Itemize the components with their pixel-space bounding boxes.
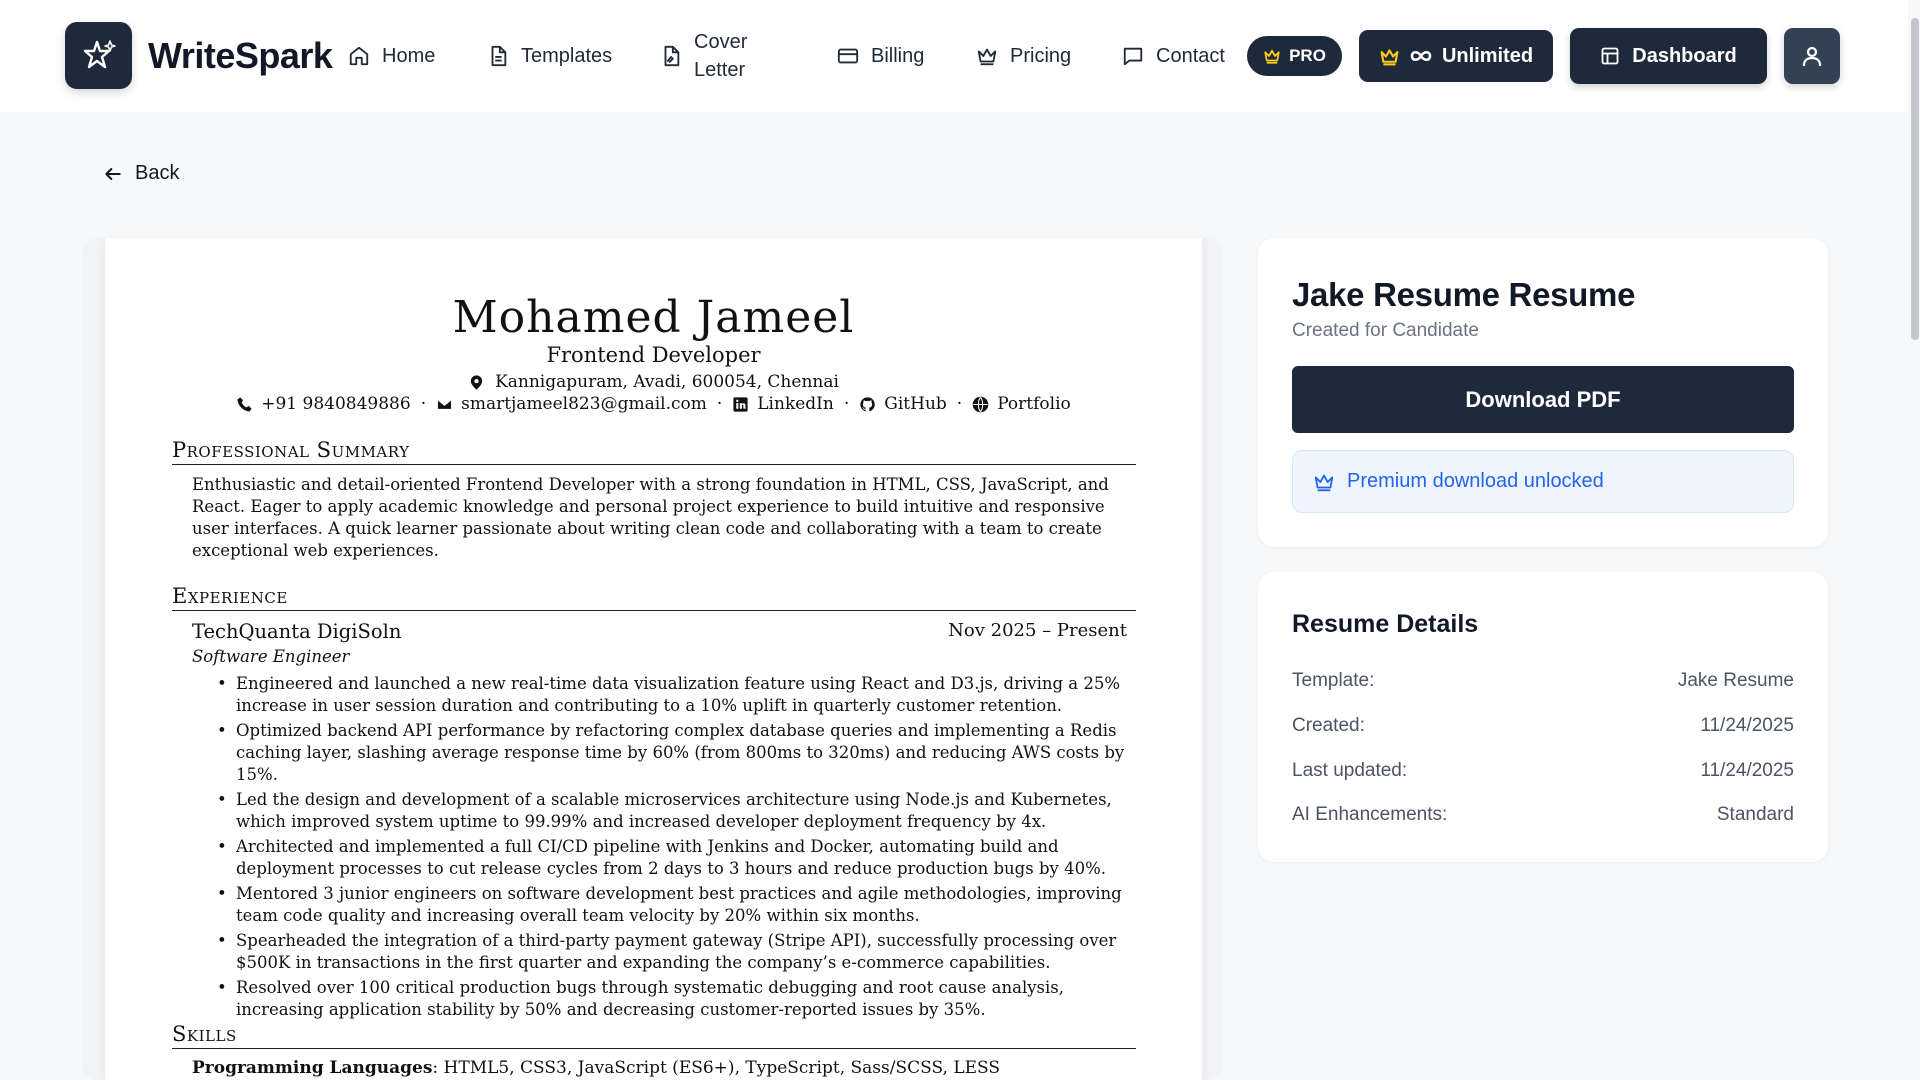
unlimited-button[interactable]: Unlimited	[1359, 30, 1553, 82]
globe-icon	[972, 396, 989, 412]
nav-home-label: Home	[382, 44, 436, 67]
user-menu-button[interactable]	[1784, 28, 1840, 84]
skills-heading: Skills	[172, 1022, 1136, 1049]
experience-company: TechQuanta DigiSoln	[192, 620, 402, 643]
detail-row-template: Template: Jake Resume	[1292, 670, 1794, 692]
nav-cover-letter-label: Cover Letter	[694, 31, 748, 81]
pro-badge-label: PRO	[1289, 46, 1326, 65]
list-item: Mentored 3 junior engineers on software …	[217, 883, 1146, 927]
back-button[interactable]: Back	[103, 162, 179, 185]
summary-text: Enthusiastic and detail-oriented Fronten…	[192, 475, 1109, 560]
crown-icon	[1264, 49, 1280, 64]
infinity-icon	[1410, 50, 1432, 62]
logo[interactable]	[65, 22, 132, 89]
list-item: Architected and implemented a full CI/CD…	[217, 836, 1146, 880]
crown-icon	[977, 48, 997, 66]
separator-dot: ·	[420, 394, 427, 414]
detail-row-ai-enhancements: AI Enhancements: Standard	[1292, 804, 1794, 826]
nav-billing-label: Billing	[871, 44, 925, 67]
nav-contact-label: Contact	[1156, 44, 1225, 67]
crown-icon	[1380, 48, 1399, 65]
nav-contact[interactable]: Contact	[1122, 0, 1225, 112]
resume-info-card: Jake Resume Resume Created for Candidate…	[1258, 238, 1828, 547]
premium-notice: Premium download unlocked	[1292, 450, 1794, 513]
nav-home[interactable]: Home	[348, 0, 435, 112]
detail-label: AI Enhancements:	[1292, 804, 1448, 825]
home-icon	[349, 46, 369, 66]
pro-badge: PRO	[1247, 36, 1342, 76]
list-item: Resolved over 100 critical production bu…	[217, 977, 1146, 1021]
resume-phone: +91 9840849886	[261, 394, 411, 414]
credit-card-icon	[837, 48, 859, 64]
details-title: Resume Details	[1292, 610, 1479, 638]
detail-value: 11/24/2025	[1700, 760, 1794, 781]
detail-value: Jake Resume	[1677, 670, 1794, 691]
phone-icon	[237, 396, 252, 412]
message-square-icon	[1123, 47, 1143, 66]
detail-label: Created:	[1292, 715, 1365, 736]
skills-label: Programming Languages	[192, 1058, 433, 1078]
skills-value: : HTML5, CSS3, JavaScript (ES6+), TypeSc…	[432, 1058, 1001, 1078]
experience-role: Software Engineer	[192, 647, 350, 666]
detail-label: Template:	[1292, 670, 1375, 691]
resume-subtitle: Created for Candidate	[1292, 320, 1479, 341]
unlimited-label: Unlimited	[1441, 44, 1534, 67]
resume-portfolio-link[interactable]: Portfolio	[997, 394, 1071, 414]
detail-row-created: Created: 11/24/2025	[1292, 715, 1794, 737]
experience-bullets: Engineered and launched a new real-time …	[217, 673, 1146, 1024]
summary-heading: Professional Summary	[172, 438, 1136, 465]
nav-pricing-label: Pricing	[1010, 44, 1072, 67]
separator-dot: ·	[716, 394, 723, 414]
resume-github-link[interactable]: GitHub	[884, 394, 947, 414]
resume-address: Kannigapuram, Avadi, 600054, Chennai	[105, 372, 1202, 392]
download-pdf-button[interactable]: Download PDF	[1292, 366, 1794, 433]
top-navbar: WriteSpark Home Templates Cover Letter B…	[0, 0, 1920, 112]
page-scrollbar-thumb[interactable]	[1911, 18, 1919, 340]
detail-row-last-updated: Last updated: 11/24/2025	[1292, 760, 1794, 782]
github-icon	[860, 396, 875, 411]
nav-billing[interactable]: Billing	[837, 0, 924, 112]
separator-dot: ·	[843, 394, 850, 414]
detail-value: 11/24/2025	[1700, 715, 1794, 736]
nav-templates[interactable]: Templates	[487, 0, 612, 112]
envelope-icon	[436, 398, 453, 410]
nav-templates-label: Templates	[521, 44, 613, 67]
layout-dashboard-icon	[1601, 47, 1619, 65]
experience-dates: Nov 2025 – Present	[948, 620, 1127, 641]
resume-email[interactable]: smartjameel823@gmail.com	[461, 394, 707, 414]
brand-name[interactable]: WriteSpark	[148, 35, 333, 77]
file-text-icon	[491, 45, 507, 67]
detail-label: Last updated:	[1292, 760, 1408, 781]
arrow-left-icon	[105, 167, 121, 180]
resume-preview: Mohamed Jameel Frontend Developer Kannig…	[105, 238, 1202, 1080]
resume-title: Jake Resume Resume	[1292, 276, 1636, 313]
back-label: Back	[135, 162, 180, 184]
nav-cover-letter[interactable]: Cover Letter	[660, 0, 747, 112]
list-item: Engineered and launched a new real-time …	[217, 673, 1146, 717]
resume-name: Mohamed Jameel	[452, 292, 855, 343]
separator-dot: ·	[956, 394, 963, 414]
premium-notice-label: Premium download unlocked	[1347, 470, 1604, 492]
resume-address-text: Kannigapuram, Avadi, 600054, Chennai	[495, 372, 839, 392]
nav-pricing[interactable]: Pricing	[976, 0, 1071, 112]
detail-value: Standard	[1716, 804, 1794, 825]
experience-heading: Experience	[172, 584, 1136, 611]
skills-programming-languages: Programming Languages: HTML5, CSS3, Java…	[192, 1058, 1000, 1078]
sparkle-star-icon	[83, 39, 116, 68]
resume-contact-row: +91 9840849886 · smartjameel823@gmail.com…	[105, 394, 1202, 414]
resume-linkedin-link[interactable]: LinkedIn	[757, 394, 834, 414]
list-item: Led the design and development of a scal…	[217, 789, 1146, 833]
linkedin-icon	[733, 396, 748, 412]
file-signature-icon	[664, 45, 680, 67]
map-pin-icon	[470, 374, 483, 390]
crown-icon	[1314, 474, 1334, 491]
resume-job-title: Frontend Developer	[546, 343, 761, 367]
resume-details-card: Resume Details Template: Jake Resume Cre…	[1258, 572, 1828, 862]
list-item: Spearheaded the integration of a third-p…	[217, 930, 1146, 974]
user-icon	[1802, 46, 1822, 67]
dashboard-label: Dashboard	[1632, 44, 1737, 67]
list-item: Optimized backend API performance by ref…	[217, 720, 1146, 786]
dashboard-button[interactable]: Dashboard	[1570, 28, 1767, 84]
